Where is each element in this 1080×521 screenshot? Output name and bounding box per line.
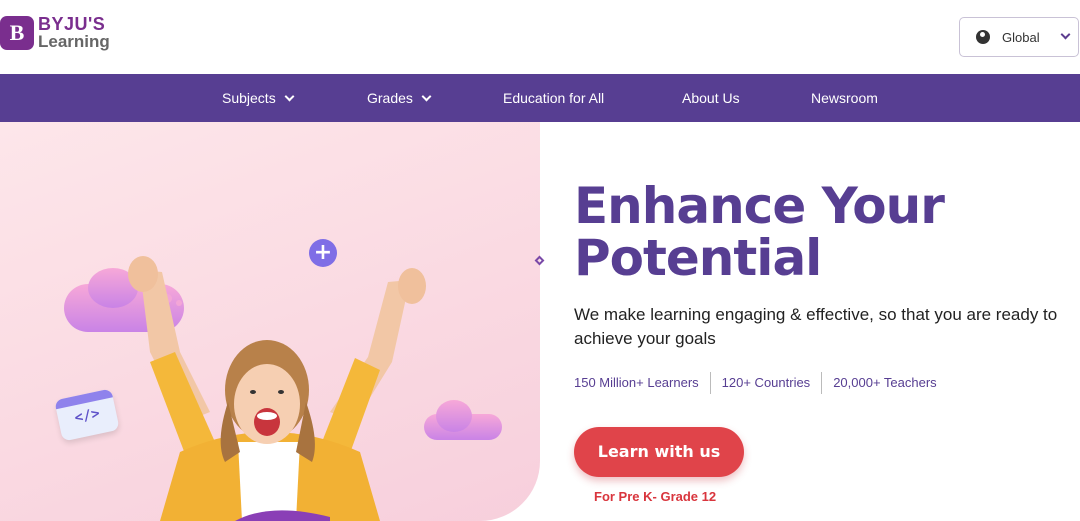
logo-badge: B	[0, 16, 34, 50]
stat-teachers: 20,000+ Teachers	[821, 372, 947, 394]
hero-title-line2: Potential	[574, 229, 822, 287]
nav-item-label: Subjects	[222, 90, 276, 106]
byjus-logo[interactable]: B BYJU'S Learning	[0, 14, 110, 51]
nav-item-education-for-all[interactable]: Education for All	[503, 74, 604, 122]
nav-item-about-us[interactable]: About Us	[682, 74, 740, 122]
chevron-down-icon	[284, 91, 295, 101]
site-header: B BYJU'S Learning Global	[0, 0, 1080, 74]
main-nav: Subjects Grades Education for All About …	[0, 74, 1080, 122]
region-selector[interactable]: Global	[959, 17, 1079, 57]
nav-item-subjects[interactable]: Subjects	[222, 74, 295, 122]
stat-countries: 120+ Countries	[709, 372, 822, 394]
globe-icon	[976, 30, 990, 44]
nav-item-grades[interactable]: Grades	[367, 74, 432, 122]
region-label: Global	[1002, 29, 1040, 45]
nav-item-label: Education for All	[503, 90, 605, 106]
hero-illustration: + </>	[0, 122, 540, 521]
stat-learners: 150 Million+ Learners	[574, 375, 699, 390]
logo-line2: Learning	[38, 32, 110, 51]
hero-subtitle: We make learning engaging & effective, s…	[574, 305, 1058, 348]
nav-item-label: Grades	[367, 90, 413, 106]
cta-note: For Pre K- Grade 12	[594, 489, 717, 504]
nav-item-label: About Us	[682, 90, 740, 106]
nav-item-label: Newsroom	[811, 90, 878, 106]
logo-text: BYJU'S Learning	[38, 14, 110, 51]
chevron-down-icon	[1060, 29, 1071, 40]
chevron-down-icon	[421, 91, 432, 101]
logo-line1: BYJU'S	[38, 14, 106, 34]
learn-with-us-button[interactable]: Learn with us	[574, 427, 744, 477]
hero-title: Enhance Your Potential	[574, 180, 1074, 284]
nav-item-newsroom[interactable]: Newsroom	[811, 74, 878, 122]
hero-title-line1: Enhance Your	[574, 177, 945, 235]
hero-stats: 150 Million+ Learners 120+ Countries 20,…	[574, 372, 948, 394]
girl-illustration	[128, 256, 426, 521]
